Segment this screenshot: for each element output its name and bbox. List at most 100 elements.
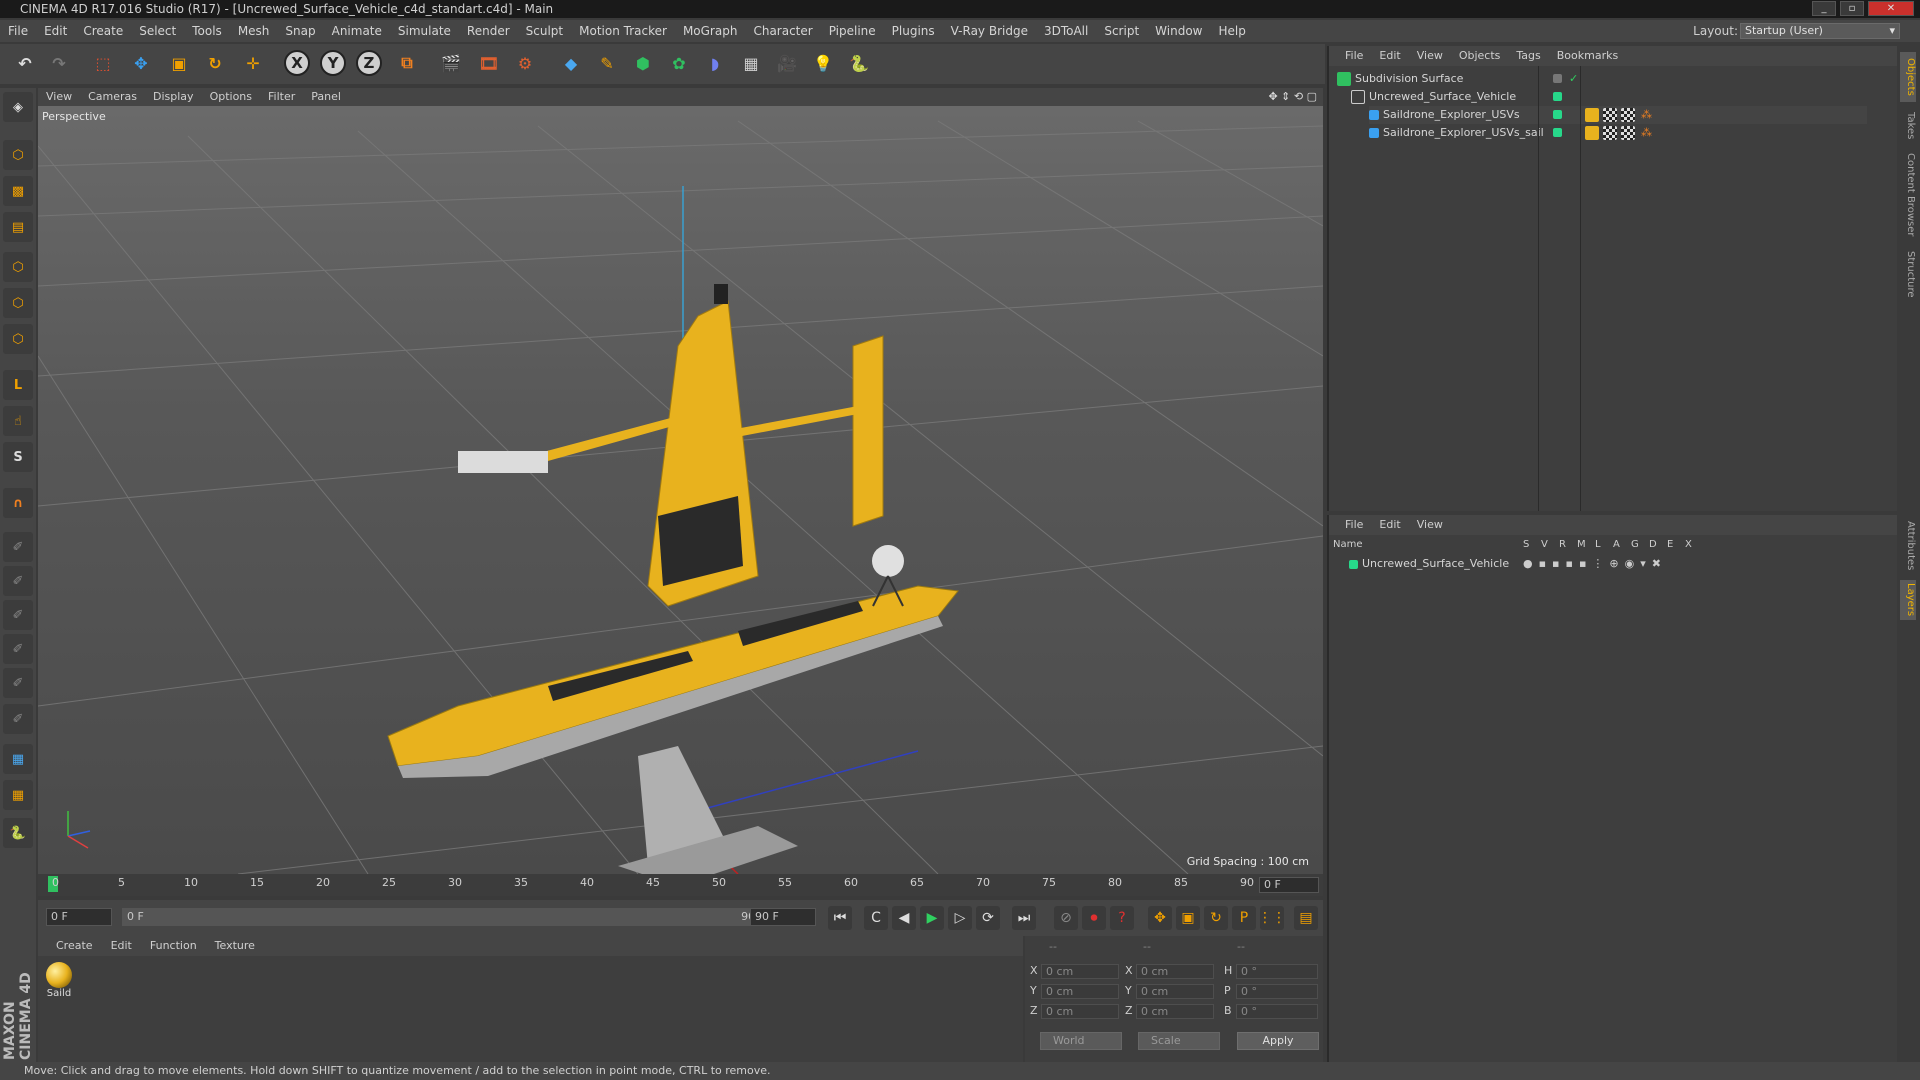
rotation-b-field[interactable]: 0 °	[1236, 1004, 1318, 1019]
python-icon[interactable]: 🐍	[844, 48, 874, 78]
material-menu-texture[interactable]: Texture	[215, 936, 255, 956]
live-selection-icon[interactable]: ⬚	[88, 48, 118, 78]
menu-character[interactable]: Character	[745, 20, 820, 42]
tweak-mode-icon[interactable]: ☝	[3, 406, 33, 436]
motion-record-icon[interactable]: ⊘	[1054, 906, 1078, 930]
model-mode-icon[interactable]: ⬡	[3, 140, 33, 170]
magnet-icon[interactable]: ∩	[3, 488, 33, 518]
sculpt-flatten-icon[interactable]: ✐	[3, 634, 33, 664]
layer-flag-icons[interactable]: ●▪▪▪▪⋮⊕◉▾✖	[1523, 555, 1667, 573]
light-icon[interactable]: 💡	[808, 48, 838, 78]
pen-spline-icon[interactable]: ✎	[592, 48, 622, 78]
material-swatch[interactable]: Saild	[44, 962, 74, 1006]
phong-tag-icon[interactable]: ⁂	[1641, 106, 1652, 124]
texture-tag-icon[interactable]	[1603, 126, 1617, 140]
edges-mode-icon[interactable]: ⬡	[3, 288, 33, 318]
tab-layers[interactable]: Layers	[1900, 580, 1916, 620]
timeline-ruler[interactable]: 0 5 10 15 20 25 30 35 40 45 50 55 60 65 …	[38, 874, 1323, 896]
viewport-menu-cameras[interactable]: Cameras	[88, 88, 145, 106]
om-menu-edit[interactable]: Edit	[1379, 46, 1400, 66]
menu-pipeline[interactable]: Pipeline	[821, 20, 884, 42]
tab-takes[interactable]: Takes	[1900, 106, 1916, 146]
om-menu-view[interactable]: View	[1417, 46, 1443, 66]
texture-tag-icon[interactable]	[1621, 108, 1635, 122]
phong-tag-icon[interactable]: ⁂	[1641, 124, 1652, 142]
material-tag-icon[interactable]	[1585, 108, 1599, 122]
checker-rotate-icon[interactable]: ▦	[3, 780, 33, 810]
menu-mograph[interactable]: MoGraph	[675, 20, 746, 42]
viewport-menu-view[interactable]: View	[46, 88, 80, 106]
tab-objects[interactable]: Objects	[1900, 52, 1916, 102]
mograph-cloner-icon[interactable]: ✿	[664, 48, 694, 78]
menu-window[interactable]: Window	[1147, 20, 1210, 42]
make-editable-icon[interactable]: ◈	[3, 92, 33, 122]
coordinate-system-icon[interactable]: ⧉	[392, 48, 422, 78]
menu-edit[interactable]: Edit	[36, 20, 75, 42]
key-param-icon[interactable]: P	[1232, 906, 1256, 930]
viewport-nav-icons[interactable]: ✥ ⇕ ⟲ ▢	[1268, 88, 1317, 106]
polygons-mode-icon[interactable]: ⬡	[3, 324, 33, 354]
lm-menu-edit[interactable]: Edit	[1379, 515, 1400, 535]
material-menu-create[interactable]: Create	[56, 936, 93, 956]
loop-icon[interactable]: ⟳	[976, 906, 1000, 930]
viewport-menu-options[interactable]: Options	[210, 88, 260, 106]
sculpt-inflate-icon[interactable]: ✐	[3, 668, 33, 698]
minimize-button[interactable]: _	[1812, 1, 1836, 16]
layer-row[interactable]: Uncrewed_Surface_Vehicle ●▪▪▪▪⋮⊕◉▾✖	[1349, 555, 1889, 573]
size-z-field[interactable]: 0 cm	[1136, 1004, 1214, 1019]
z-axis-lock[interactable]: Z	[356, 50, 382, 76]
object-row[interactable]: Saildrone_Explorer_USVs_sail ⁂	[1369, 124, 1867, 142]
object-row[interactable]: Saildrone_Explorer_USVs ⁂	[1369, 106, 1867, 124]
position-x-field[interactable]: 0 cm	[1041, 964, 1119, 979]
scale-tool-icon[interactable]: ▣	[164, 48, 194, 78]
y-axis-lock[interactable]: Y	[320, 50, 346, 76]
menu-help[interactable]: Help	[1210, 20, 1253, 42]
points-mode-icon[interactable]: ⬡	[3, 252, 33, 282]
key-scale-icon[interactable]: ▣	[1176, 906, 1200, 930]
lm-menu-file[interactable]: File	[1345, 515, 1363, 535]
tab-structure[interactable]: Structure	[1900, 244, 1916, 304]
position-y-field[interactable]: 0 cm	[1041, 984, 1119, 999]
redo-icon[interactable]: ↷	[44, 48, 74, 78]
snap-icon[interactable]: S	[3, 442, 33, 472]
menu-tools[interactable]: Tools	[184, 20, 230, 42]
texture-mode-icon[interactable]: ▩	[3, 176, 33, 206]
sculpt-smooth-icon[interactable]: ✐	[3, 600, 33, 630]
preview-range-slider[interactable]: 0 F 90 F	[122, 908, 778, 926]
floor-icon[interactable]: ▦	[736, 48, 766, 78]
python-script-icon[interactable]: 🐍	[3, 818, 33, 848]
lm-menu-view[interactable]: View	[1417, 515, 1443, 535]
menu-vray-bridge[interactable]: V-Ray Bridge	[943, 20, 1036, 42]
om-menu-tags[interactable]: Tags	[1516, 46, 1540, 66]
render-settings-icon[interactable]: ⚙	[510, 48, 540, 78]
tab-content-browser[interactable]: Content Browser	[1900, 150, 1916, 240]
current-frame-field[interactable]: 0 F	[1259, 877, 1319, 893]
record-active-icon[interactable]: ⏺	[1082, 906, 1106, 930]
menu-motion-tracker[interactable]: Motion Tracker	[571, 20, 675, 42]
texture-tag-icon[interactable]	[1603, 108, 1617, 122]
x-axis-lock[interactable]: X	[284, 50, 310, 76]
go-to-start-icon[interactable]: ⏮	[828, 906, 852, 930]
menu-render[interactable]: Render	[459, 20, 518, 42]
menu-snap[interactable]: Snap	[277, 20, 323, 42]
menu-3dtoall[interactable]: 3DToAll	[1036, 20, 1096, 42]
timeline-window-icon[interactable]: ▤	[1294, 906, 1318, 930]
autokey-icon[interactable]: ?	[1110, 906, 1134, 930]
menu-simulate[interactable]: Simulate	[390, 20, 459, 42]
next-frame-icon[interactable]: ▷	[948, 906, 972, 930]
viewport-menu-panel[interactable]: Panel	[311, 88, 349, 106]
previous-frame-icon[interactable]: ◀	[892, 906, 916, 930]
size-x-field[interactable]: 0 cm	[1136, 964, 1214, 979]
render-view-icon[interactable]: 🎬	[436, 48, 466, 78]
close-button[interactable]: ✕	[1868, 1, 1914, 16]
om-menu-file[interactable]: File	[1345, 46, 1363, 66]
transform-tool-icon[interactable]: ✛	[238, 48, 268, 78]
key-position-icon[interactable]: ✥	[1148, 906, 1172, 930]
world-dropdown[interactable]: World	[1040, 1032, 1122, 1050]
start-frame-field[interactable]: 0 F	[46, 908, 112, 926]
deformer-icon[interactable]: ◗	[700, 48, 730, 78]
menu-select[interactable]: Select	[131, 20, 184, 42]
menu-mesh[interactable]: Mesh	[230, 20, 278, 42]
sculpt-pull-icon[interactable]: ✐	[3, 566, 33, 596]
size-y-field[interactable]: 0 cm	[1136, 984, 1214, 999]
